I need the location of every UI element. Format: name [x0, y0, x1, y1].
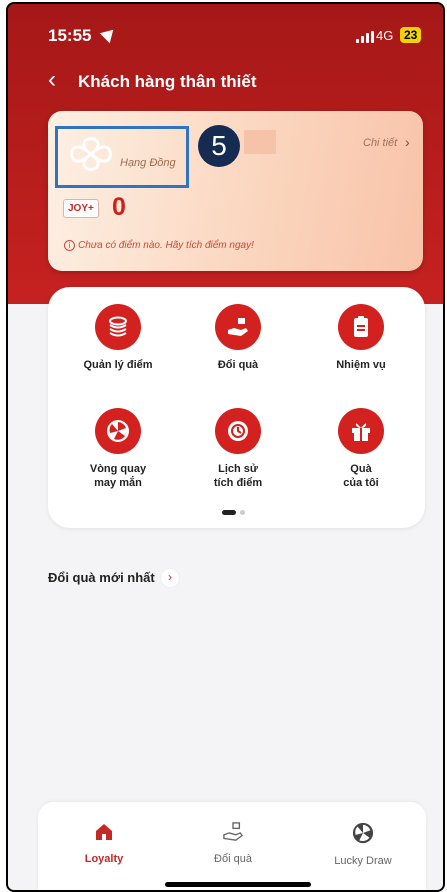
- menu-item-points-management[interactable]: Quản lý điểm: [68, 304, 168, 372]
- menu-item-label: Đổi quà: [217, 359, 259, 371]
- menu-item-label: Quà của tôi: [343, 463, 379, 489]
- tab-label: Loyalty: [84, 853, 124, 865]
- menu-item-redeem-gift[interactable]: Đổi quà: [188, 304, 288, 372]
- signal-icon: [356, 31, 374, 43]
- tab-label: Lucky Draw: [334, 855, 392, 867]
- points-currency-badge: JOY+: [63, 199, 99, 218]
- network-type: 4G: [376, 28, 394, 43]
- page-indicator-active-dot: [222, 510, 236, 515]
- menu-item-missions[interactable]: Nhiệm vụ: [311, 304, 411, 372]
- clipboard-icon: [338, 304, 384, 350]
- points-value: 0: [112, 193, 126, 221]
- status-bar: 15:55 4G 23: [8, 4, 443, 64]
- points-notice-text: Chưa có điểm nào. Hãy tích điểm ngay!: [78, 240, 254, 251]
- home-icon: [96, 824, 112, 840]
- chevron-right-icon[interactable]: ›: [405, 134, 410, 150]
- location-arrow-icon: [99, 24, 119, 44]
- points-notice: i Chưa có điểm nào. Hãy tích điểm ngay!: [64, 240, 254, 251]
- info-icon: i: [64, 240, 75, 251]
- fan-icon: [95, 408, 141, 454]
- page-title: Khách hàng thân thiết: [78, 72, 257, 91]
- fan-icon: [352, 822, 374, 844]
- page-indicator: [222, 510, 245, 515]
- nav-bar: ‹ Khách hàng thân thiết: [8, 64, 443, 104]
- menu-item-label: Quản lý điểm: [83, 359, 153, 371]
- menu-item-label: Lịch sử tích điểm: [213, 463, 263, 489]
- tab-lucky-draw[interactable]: Lucky Draw: [313, 822, 413, 867]
- phone-frame: 15:55 4G 23 ‹ Khách hàng thân thiết Hạng…: [6, 2, 445, 892]
- section-title: Đổi quà mới nhất: [48, 570, 155, 585]
- annotation-number-badge: 5: [198, 125, 240, 167]
- page-indicator-dot[interactable]: [240, 510, 245, 515]
- home-indicator[interactable]: [165, 882, 311, 887]
- tab-bar: Loyalty Đổi quà Lucky Draw: [38, 802, 426, 890]
- detail-link[interactable]: Chi tiết: [363, 137, 397, 149]
- annotation-highlight-box: [55, 126, 189, 188]
- menu-item-lucky-wheel[interactable]: Vòng quay may mắn: [68, 408, 168, 490]
- gift-box-icon: [338, 408, 384, 454]
- menu-item-label: Nhiệm vụ: [336, 359, 386, 371]
- stack-icon: [95, 304, 141, 350]
- gift-hand-icon: [215, 304, 261, 350]
- chevron-left-icon[interactable]: ‹: [48, 68, 56, 92]
- menu-item-my-gifts[interactable]: Quà của tôi: [311, 408, 411, 490]
- chevron-right-icon[interactable]: ›: [160, 568, 180, 588]
- tab-label: Đổi quà: [214, 853, 252, 865]
- gift-hand-icon: [223, 822, 244, 841]
- history-icon: [215, 408, 261, 454]
- menu-item-label: Vòng quay may mắn: [89, 463, 147, 489]
- battery-icon: 23: [400, 27, 422, 43]
- tab-loyalty[interactable]: Loyalty: [54, 822, 154, 865]
- status-time: 15:55: [48, 26, 92, 45]
- menu-item-points-history[interactable]: Lịch sử tích điểm: [188, 408, 288, 490]
- masked-area: [244, 130, 276, 154]
- tab-redeem-gift[interactable]: Đổi quà: [183, 822, 283, 865]
